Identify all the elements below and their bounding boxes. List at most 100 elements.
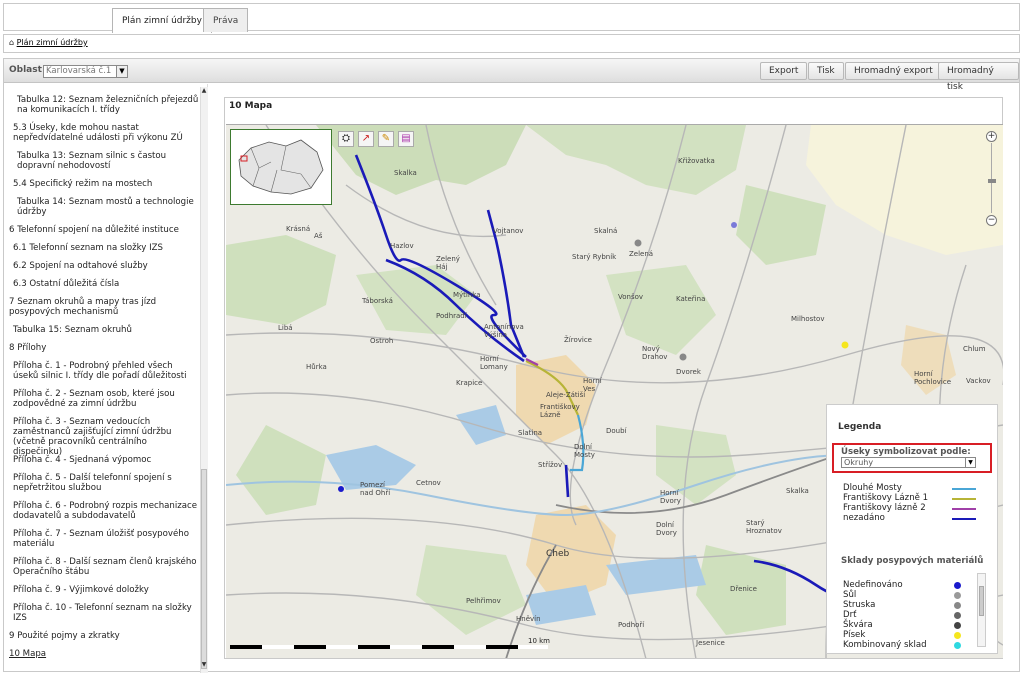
breadcrumb-link[interactable]: Plán zimní údržby — [17, 38, 88, 47]
nav-item[interactable]: Příloha č. 6 - Podrobný rozpis mechaniza… — [13, 501, 198, 521]
scroll-down-icon[interactable]: ▼ — [200, 661, 208, 669]
material-label: Kombinovaný sklad — [843, 640, 927, 649]
nav-item[interactable]: 9 Použité pojmy a zkratky — [9, 631, 194, 641]
nav-item[interactable]: Příloha č. 7 - Seznam úložišť posypového… — [13, 529, 198, 549]
scroll-up-icon[interactable]: ▲ — [200, 87, 208, 95]
map-label: Podhradí — [436, 312, 467, 320]
material-label: Struska — [843, 600, 876, 610]
layers-icon[interactable]: ⛭ — [338, 131, 354, 147]
material-dot — [954, 592, 961, 599]
chevron-down-icon[interactable]: ▼ — [116, 66, 127, 77]
symbolize-value: Okruhy — [844, 458, 874, 467]
legend-symbolize-label: Úseky symbolizovat podle: — [841, 447, 971, 457]
legend-route-swatch — [952, 488, 976, 490]
nav-item[interactable]: Příloha č. 10 - Telefonní seznam na slož… — [13, 603, 198, 623]
map-title: 10 Mapa — [229, 101, 273, 111]
zoom-control[interactable]: + − — [986, 131, 998, 227]
map-label: Krapice — [456, 379, 483, 387]
zoom-track[interactable] — [991, 143, 992, 213]
legend-route-label: Dlouhé Mosty — [843, 483, 902, 493]
print-button[interactable]: Tisk — [808, 62, 844, 80]
nav-item[interactable]: 5.3 Úseky, kde mohou nastat nepředvídate… — [13, 123, 198, 143]
nav-item[interactable]: Příloha č. 3 - Seznam vedoucích zaměstna… — [13, 417, 198, 457]
chapter-nav: Tabulka 12: Seznam železničních přejezdů… — [4, 84, 208, 672]
home-icon: ⌂ — [9, 38, 15, 47]
map-label: Starý Rybník — [572, 253, 617, 261]
nav-item[interactable]: 6.2 Spojení na odtahové služby — [13, 261, 198, 271]
map-label: Zelený Háj — [436, 255, 460, 271]
nav-item[interactable]: Tabulka 14: Seznam mostů a technologie ú… — [17, 197, 199, 217]
map-label: Horní Lomany — [480, 355, 508, 371]
nav-item[interactable]: 5.4 Specifický režim na mostech — [13, 179, 198, 189]
bulk-export-button[interactable]: Hromadný export — [845, 62, 942, 80]
overview-map[interactable] — [230, 129, 332, 205]
map-label: Aleje-Zátiší — [546, 391, 586, 399]
nav-item[interactable]: 6 Telefonní spojení na důležité instituc… — [9, 225, 199, 235]
materials-list: Nedefinováno Sůl Struska Drť Škvára Píse… — [827, 575, 977, 649]
map-label: Vojtanov — [493, 227, 524, 235]
legend-scroll-thumb[interactable] — [979, 586, 984, 616]
oblast-select[interactable]: Karlovarská č.1 ▼ — [43, 65, 128, 78]
nav-scroll-thumb[interactable] — [201, 469, 207, 669]
map-label: Žírovice — [564, 336, 592, 344]
chevron-down-icon[interactable]: ▼ — [965, 458, 975, 467]
map-label: Františkovy Lázně — [540, 403, 580, 419]
legend-route-swatch — [952, 498, 976, 500]
nav-item[interactable]: Příloha č. 8 - Další seznam členů krajsk… — [13, 557, 198, 577]
nav-item[interactable]: Příloha č. 4 - Sjednaná výpomoc — [13, 455, 198, 465]
map-label: Střížov — [538, 461, 563, 469]
map-label: Doubí — [606, 427, 627, 435]
nav-item[interactable]: 7 Seznam okruhů a mapy tras jízd posypov… — [9, 297, 194, 317]
tab-plan-zimni-udrzby[interactable]: Plán zimní údržby — [112, 8, 212, 33]
nav-item[interactable]: Příloha č. 1 - Podrobný přehled všech ús… — [13, 361, 198, 381]
material-label: Písek — [843, 630, 866, 640]
nav-item[interactable]: Příloha č. 5 - Další telefonní spojení s… — [13, 473, 198, 493]
nav-item[interactable]: Tabulka 15: Seznam okruhů — [13, 325, 198, 335]
map-label: Dvorek — [676, 368, 701, 376]
map-label: Skalka — [394, 169, 417, 177]
nav-item-active[interactable]: 10 Mapa — [9, 649, 194, 659]
breadcrumb: ⌂ Plán zimní údržby — [3, 34, 1020, 53]
nav-item[interactable]: 6.1 Telefonní seznam na složky IZS — [13, 243, 198, 253]
measure-icon[interactable]: ↗ — [358, 131, 374, 147]
map-label: Pomezí nad Ohří — [360, 481, 391, 497]
map-label: Chlum — [963, 345, 986, 353]
nav-item[interactable]: 8 Přílohy — [9, 343, 194, 353]
symbolize-select[interactable]: Okruhy ▼ — [841, 457, 976, 468]
info-icon[interactable]: ✎ — [378, 131, 394, 147]
oblast-value: Karlovarská č.1 — [46, 66, 112, 76]
legend-route-label: nezadáno — [843, 513, 885, 523]
tab-prava[interactable]: Práva — [203, 8, 249, 32]
legend-title: Legenda — [838, 422, 882, 432]
map-label: Křižovatka — [678, 157, 715, 165]
scale-bar — [230, 645, 548, 649]
map-label: Mýtinka — [453, 291, 481, 299]
print-icon[interactable]: ▤ — [398, 131, 414, 147]
map-label: Horní Ves — [583, 377, 602, 393]
legend-scrollbar[interactable] — [977, 573, 986, 647]
material-label: Nedefinováno — [843, 580, 903, 590]
map-label: Pelhřimov — [466, 597, 501, 605]
map-label: Dolní Dvory — [656, 521, 677, 537]
legend-route-label: Františkovy Lázně 1 — [843, 493, 929, 503]
nav-item[interactable]: Příloha č. 9 - Výjimkové doložky — [13, 585, 198, 595]
zoom-handle[interactable] — [988, 179, 996, 183]
nav-item[interactable]: 6.3 Ostatní důležitá čísla — [13, 279, 198, 289]
bulk-print-button[interactable]: Hromadný tisk — [938, 62, 1019, 92]
zoom-out-icon[interactable]: − — [986, 215, 997, 226]
legend-materials-title: Sklady posypových materiálů — [841, 556, 984, 566]
map-label: Slatina — [518, 429, 543, 437]
legend-route-swatch — [952, 518, 976, 520]
map-label: Dolní Mosty — [574, 443, 595, 459]
nav-item[interactable]: Tabulka 13: Seznam silnic s častou dopra… — [17, 151, 199, 171]
oblast-label: Oblast — [9, 65, 42, 75]
map-label: Ostroh — [370, 337, 394, 345]
map-label: Hazlov — [390, 242, 414, 250]
map-label: Jesenice — [696, 639, 725, 647]
nav-item[interactable]: Příloha č. 2 - Seznam osob, které jsou z… — [13, 389, 198, 409]
export-button[interactable]: Export — [760, 62, 808, 80]
nav-item[interactable]: Tabulka 12: Seznam železničních přejezdů… — [17, 95, 199, 115]
zoom-in-icon[interactable]: + — [986, 131, 997, 142]
map-label: Hněvín — [516, 615, 541, 623]
material-dot — [954, 602, 961, 609]
